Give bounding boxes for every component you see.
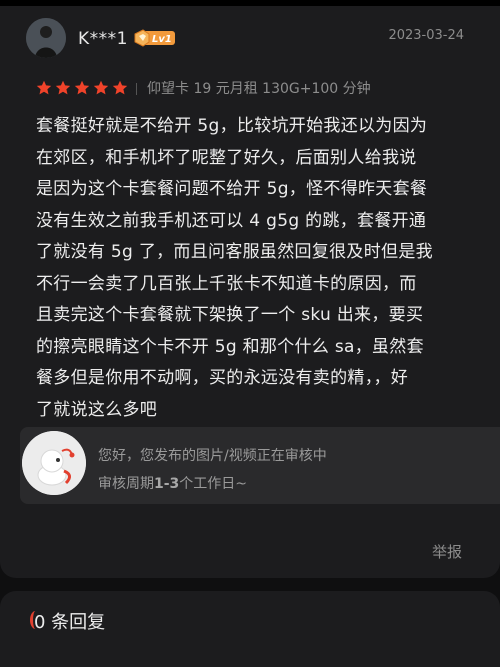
review-text-line: 了就没有 5g 了，而且问客服虽然回复很及时但是我 [36, 242, 433, 262]
moderation-period-suffix: 个工作日~ [179, 476, 248, 492]
star-icon [55, 80, 71, 95]
moderation-mascot-icon [22, 431, 86, 495]
review-text-line: 的擦亮眼睛这个卡不开 5g 和那个什么 sa，虽然套 [36, 336, 424, 357]
review-text-line: 没有生效之前我手机还可以 4 g5g 的跳，套餐开通 [36, 210, 427, 231]
review-text-line: 在郊区，和手机坏了呢整了好久，后面别人给我说 [36, 147, 417, 168]
star-rating [36, 80, 128, 98]
reply-count[interactable]: 0 条回复 [29, 608, 106, 634]
star-icon [74, 80, 90, 95]
review-date: 2023-03-24 [388, 28, 464, 43]
star-icon [93, 80, 109, 95]
review-text-line: 了就说这么多吧 [36, 399, 158, 420]
review-text: 套餐挺好就是不给开 5g，比较坑开始我还以为因为 在郊区，和手机坏了呢整了好久，… [36, 111, 468, 426]
review-text-line: 且卖完这个卡套餐就下架换了一个 sku 出来，要买 [36, 305, 424, 325]
moderation-notice [20, 427, 500, 504]
moderation-period-days: 1-3 [154, 476, 180, 492]
review-text-line: 不行一会卖了几百张上千张卡不知道卡的原因，而 [36, 273, 417, 294]
reply-count-number: 0 [29, 611, 46, 633]
product-spec: 仰望卡 19 元月租 130G+100 分钟 [147, 81, 371, 97]
divider [136, 83, 137, 95]
report-button[interactable]: 举报 [432, 541, 462, 562]
reply-count-label: 条回复 [45, 612, 106, 633]
user-avatar[interactable] [26, 18, 66, 58]
review-text-line: 套餐挺好就是不给开 5g，比较坑开始我还以为因为 [36, 116, 428, 136]
username[interactable]: K***1 [78, 28, 128, 50]
level-badge-text: Lv1 [152, 34, 172, 45]
star-icon [36, 80, 52, 95]
star-icon [112, 80, 128, 95]
review-text-line: 是因为这个卡套餐问题不给开 5g，怪不得昨天套餐 [36, 179, 428, 199]
moderation-period: 审核周期1-3个工作日~ [98, 473, 247, 493]
level-badge-icon: Lv1 [134, 29, 175, 47]
moderation-period-prefix: 审核周期 [98, 476, 154, 492]
mascot-icon [22, 431, 86, 495]
moderation-message: 您好，您发布的图片/视频正在审核中 [98, 448, 327, 464]
review-text-line: 餐多但是你用不动啊，买的永远没有卖的精，，好 [36, 368, 409, 388]
person-silhouette-icon [26, 18, 66, 58]
